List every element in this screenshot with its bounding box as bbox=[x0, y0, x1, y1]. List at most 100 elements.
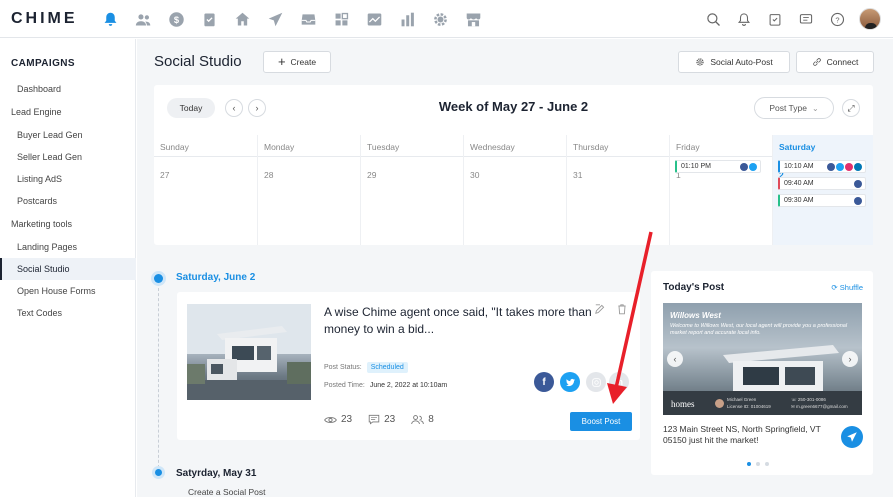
todays-post-text: 123 Main Street NS, North Springfield, V… bbox=[663, 424, 821, 445]
sidebar-item-social-studio[interactable]: Social Studio bbox=[17, 264, 70, 274]
calendar-event[interactable]: 01:10 PM bbox=[675, 160, 761, 173]
chevron-down-icon: ⌄ bbox=[811, 103, 819, 113]
post-type-dropdown[interactable]: Post Type ⌄ bbox=[754, 97, 834, 119]
day-number: 27 bbox=[160, 170, 170, 180]
day-column-monday[interactable]: Monday 28 bbox=[257, 135, 360, 245]
edit-icon[interactable] bbox=[594, 302, 606, 314]
users-icon bbox=[411, 415, 425, 425]
day-column-sunday[interactable]: Sunday 27 bbox=[154, 135, 257, 245]
create-social-post-link[interactable]: Create a Social Post bbox=[188, 487, 265, 497]
chime-logo[interactable]: CHIME bbox=[11, 10, 78, 28]
linkedin-icon bbox=[854, 163, 862, 171]
post-image[interactable] bbox=[187, 304, 311, 400]
clipboard-icon[interactable] bbox=[199, 9, 219, 29]
autopost-label: Social Auto-Post bbox=[710, 57, 773, 67]
todays-post-title: Today's Post bbox=[663, 282, 725, 293]
agent-license: License ID: 01004619 bbox=[727, 404, 771, 409]
linkedin-icon[interactable]: in bbox=[609, 372, 629, 392]
pagination-dot[interactable] bbox=[756, 462, 760, 466]
home-icon[interactable] bbox=[232, 9, 252, 29]
day-name: Friday bbox=[676, 142, 700, 152]
plus-icon: + bbox=[277, 54, 286, 69]
day-column-thursday[interactable]: Thursday 31 bbox=[566, 135, 669, 245]
gear-icon bbox=[696, 58, 704, 66]
image-caption: Welcome to Willows West, our local agent… bbox=[670, 323, 848, 336]
boost-post-button[interactable]: Boost Post bbox=[570, 412, 632, 431]
link-icon bbox=[812, 58, 821, 66]
sidebar-item-postcards[interactable]: Postcards bbox=[17, 196, 57, 206]
grid-icon[interactable] bbox=[331, 9, 351, 29]
send-icon[interactable] bbox=[265, 9, 285, 29]
user-avatar[interactable] bbox=[859, 8, 881, 30]
comments-count: 23 bbox=[384, 414, 396, 425]
shuffle-button[interactable]: ⟳ Shuffle bbox=[831, 283, 863, 292]
bar-chart-icon[interactable] bbox=[397, 9, 417, 29]
agent-name: Michael Green bbox=[727, 397, 757, 402]
inbox-icon[interactable] bbox=[298, 9, 318, 29]
sidebar-item-dashboard[interactable]: Dashboard bbox=[17, 84, 61, 94]
week-calendar: Today ‹ › Week of May 27 - June 2 Post T… bbox=[154, 85, 873, 245]
sidebar-group-lead-engine[interactable]: Lead Engine bbox=[11, 107, 62, 117]
sidebar-group-marketing-tools[interactable]: Marketing tools bbox=[11, 219, 72, 229]
post-time-label: Posted Time: bbox=[324, 382, 365, 389]
timeline-dot bbox=[155, 469, 162, 476]
people-icon[interactable] bbox=[133, 9, 153, 29]
event-social-icons bbox=[827, 163, 862, 171]
day-column-friday[interactable]: Friday 1 01:10 PM bbox=[669, 135, 772, 245]
day-column-tuesday[interactable]: Tuesday 29 bbox=[360, 135, 463, 245]
carousel-pagination bbox=[747, 462, 769, 466]
day-name: Sunday bbox=[160, 142, 189, 152]
eye-icon bbox=[324, 416, 337, 423]
top-navigation-bar: CHIME $ ? bbox=[0, 0, 893, 38]
search-icon[interactable] bbox=[704, 9, 722, 29]
todays-post-card: Today's Post ⟳ Shuffle Willows West Welc… bbox=[651, 271, 873, 475]
pagination-dot-active[interactable] bbox=[747, 462, 751, 466]
social-auto-post-button[interactable]: Social Auto-Post bbox=[678, 51, 790, 73]
facebook-icon[interactable]: f bbox=[534, 372, 554, 392]
create-button[interactable]: + Create bbox=[263, 51, 331, 73]
instagram-icon[interactable] bbox=[586, 372, 606, 392]
post-text[interactable]: A wise Chime agent once said, "It takes … bbox=[324, 304, 594, 338]
event-social-icons bbox=[854, 197, 862, 205]
status-badge: Scheduled bbox=[366, 362, 408, 373]
sidebar-item-landing-pages[interactable]: Landing Pages bbox=[17, 242, 77, 252]
chevron-right-icon: › bbox=[848, 354, 852, 364]
sidebar-item-open-house-forms[interactable]: Open House Forms bbox=[17, 286, 96, 296]
help-icon[interactable]: ? bbox=[828, 9, 846, 29]
todays-post-image[interactable]: Willows West Welcome to Willows West, ou… bbox=[663, 303, 862, 415]
timeline-dot bbox=[154, 274, 163, 283]
notification-icon[interactable] bbox=[735, 9, 753, 29]
create-button-label: Create bbox=[290, 57, 317, 67]
connect-button[interactable]: Connect bbox=[796, 51, 874, 73]
calendar-event[interactable]: 10:10 AM bbox=[778, 160, 866, 173]
carousel-next-button[interactable]: › bbox=[842, 351, 858, 367]
expand-button[interactable]: ⤢ bbox=[842, 99, 860, 117]
pagination-dot[interactable] bbox=[765, 462, 769, 466]
timeline-line bbox=[158, 283, 159, 473]
comments-stat: 23 bbox=[368, 414, 395, 425]
message-icon[interactable] bbox=[797, 9, 815, 29]
post-status-row: Post Status: Scheduled bbox=[324, 362, 408, 373]
sidebar-item-buyer-lead-gen[interactable]: Buyer Lead Gen bbox=[17, 130, 83, 140]
dollar-icon[interactable]: $ bbox=[166, 9, 186, 29]
sidebar-item-listing-ads[interactable]: Listing AdS bbox=[17, 174, 62, 184]
sidebar-item-text-codes[interactable]: Text Codes bbox=[17, 308, 62, 318]
paper-plane-icon bbox=[847, 432, 857, 442]
carousel-prev-button[interactable]: ‹ bbox=[667, 351, 683, 367]
day-column-wednesday[interactable]: Wednesday 30 bbox=[463, 135, 566, 245]
main-content: Social Studio + Create Social Auto-Post … bbox=[137, 39, 893, 497]
bell-icon[interactable] bbox=[100, 9, 120, 29]
delete-icon[interactable] bbox=[616, 302, 628, 315]
calendar-event[interactable]: 09:30 AM bbox=[778, 194, 866, 207]
top-right-icons: ? bbox=[704, 8, 881, 30]
calendar-event[interactable]: 09:40 AM bbox=[778, 177, 866, 190]
sidebar-item-seller-lead-gen[interactable]: Seller Lead Gen bbox=[17, 152, 82, 162]
day-column-saturday[interactable]: Saturday 2 10:10 AM 09:40 AM 09:30 AM bbox=[772, 135, 873, 245]
twitter-icon[interactable] bbox=[560, 372, 580, 392]
tasks-icon[interactable] bbox=[766, 9, 784, 29]
comment-icon bbox=[368, 414, 380, 425]
send-post-button[interactable] bbox=[841, 426, 863, 448]
store-icon[interactable] bbox=[463, 9, 483, 29]
chart-line-icon[interactable] bbox=[364, 9, 384, 29]
gear-icon[interactable] bbox=[430, 9, 450, 29]
